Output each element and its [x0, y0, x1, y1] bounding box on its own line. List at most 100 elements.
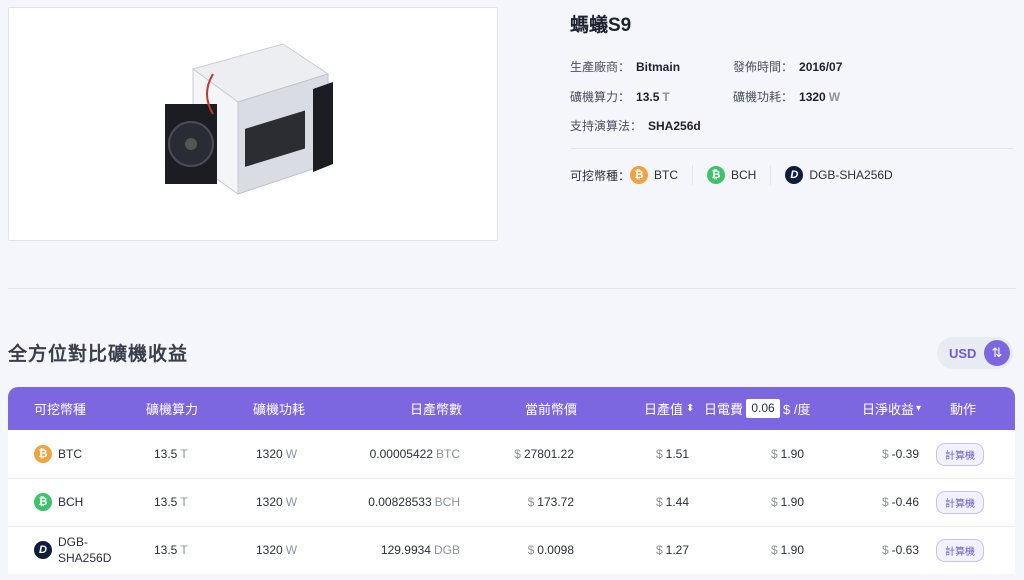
daily-value: 1.27: [665, 543, 689, 557]
spec-unit: T: [662, 90, 670, 104]
digibyte-icon: D: [785, 166, 804, 184]
row-coin: D DGB-SHA256D: [34, 526, 114, 574]
spec-release: 發佈時間： 2016/07: [733, 58, 842, 75]
header-electricity: 日電費 0.06 $ /度: [704, 387, 810, 430]
calculator-button[interactable]: 計算機: [936, 490, 984, 514]
table-row: ₿ BCH 13.5 T 1320 W 0.00828533 BCH $173.72 …: [8, 478, 1015, 527]
electricity-price-input[interactable]: 0.06: [746, 399, 781, 418]
power-unit: W: [285, 543, 298, 557]
spec-manufacturer: 生產廠商： Bitmain: [570, 58, 680, 75]
row-power: 1320 W: [256, 430, 297, 478]
product-title: 螞蟻S9: [570, 15, 632, 36]
net-value: -0.39: [891, 447, 919, 461]
hashrate-value: 13.5: [154, 543, 178, 557]
spec-label: 發佈時間：: [733, 60, 794, 74]
row-daily-net: $ -0.63: [838, 526, 919, 574]
currency-symbol: $: [527, 543, 535, 557]
row-coin: ₿ BTC: [34, 430, 82, 478]
row-daily-coins: 0.00828533 BCH: [338, 478, 460, 526]
header-price: 當前幣價: [525, 402, 578, 417]
daily-coins-unit: BTC: [436, 447, 460, 461]
row-daily-value: $1.44: [608, 478, 689, 526]
mineable-coins: 可挖幣種： ₿ BTC ₿ BCH D DGB-SHA256D: [570, 164, 907, 186]
spec-label: 礦機功耗：: [733, 90, 794, 104]
currency-symbol: $: [881, 447, 889, 461]
electricity-value: 1.90: [780, 543, 804, 557]
header-electricity-unit: $ /度: [783, 402, 811, 417]
currency-symbol: $: [881, 543, 889, 557]
calculator-button[interactable]: 計算機: [936, 442, 984, 466]
row-action: 計算機: [936, 430, 984, 478]
power-unit: W: [285, 447, 298, 461]
power-value: 1320: [256, 543, 283, 557]
currency-toggle[interactable]: USD ⇅: [937, 337, 1013, 369]
coin-tag-btc[interactable]: ₿ BTC: [630, 165, 694, 185]
currency-symbol: $: [514, 447, 521, 461]
currency-symbol: $: [527, 495, 535, 509]
row-power: 1320 W: [256, 478, 297, 526]
coin-name: BCH: [58, 495, 84, 509]
electricity-value: 1.90: [780, 495, 804, 509]
currency-symbol: $: [770, 447, 778, 461]
power-value: 1320: [256, 495, 283, 509]
row-action: 計算機: [936, 526, 984, 574]
hashrate-unit: T: [180, 543, 188, 557]
hashrate-value: 13.5: [154, 495, 178, 509]
coin-tag-bch[interactable]: ₿ BCH: [707, 165, 772, 185]
hashrate-unit: T: [180, 447, 188, 461]
bitcoin-cash-icon: ₿: [34, 493, 52, 511]
table-header: 可挖幣種 礦機算力 礦機功耗 日產幣數 當前幣價 日產值 ⬍ 日電費 0.06 …: [8, 387, 1015, 430]
row-electricity: $1.90: [728, 526, 804, 574]
daily-value: 1.51: [665, 447, 689, 461]
row-price: $0.0098: [478, 526, 574, 574]
currency-symbol: $: [655, 543, 663, 557]
currency-symbol: $: [770, 543, 778, 557]
spec-value: 1320: [799, 90, 826, 104]
coin-name: BCH: [731, 168, 757, 182]
power-unit: W: [285, 495, 298, 509]
coin-name: BTC: [654, 168, 679, 182]
header-daily-net-label: 日淨收益: [862, 402, 915, 417]
row-electricity: $1.90: [728, 430, 804, 478]
row-daily-coins: 0.00005422 BTC: [338, 430, 460, 478]
bitcoin-cash-icon: ₿: [707, 166, 726, 184]
header-daily-net[interactable]: 日淨收益 ▾: [862, 387, 921, 430]
row-daily-coins: 129.9934 DGB: [338, 526, 460, 574]
coin-name: BTC: [58, 447, 82, 461]
row-daily-net: $ -0.46: [838, 478, 919, 526]
header-daily-value[interactable]: 日產值 ⬍: [644, 387, 694, 430]
coin-separator: [692, 165, 694, 185]
row-price: $173.72: [478, 478, 574, 526]
spec-hashrate: 礦機算力： 13.5 T: [570, 88, 670, 105]
price-value: 0.0098: [537, 543, 574, 557]
swap-icon[interactable]: ⇅: [984, 340, 1010, 366]
coins-label: 可挖幣種：: [570, 168, 631, 183]
table-row: ₿ BTC 13.5 T 1320 W 0.00005422 BTC $27801.2…: [8, 430, 1015, 479]
spec-algorithm: 支持演算法： SHA256d: [570, 117, 701, 134]
spec-divider: [570, 148, 1014, 149]
header-electricity-label: 日電費: [704, 402, 744, 417]
product-image: [8, 7, 498, 241]
digibyte-icon: D: [34, 541, 52, 559]
spec-label: 礦機算力：: [570, 90, 631, 104]
table-row: D DGB-SHA256D 13.5 T 1320 W 129.9934 DGB $0…: [8, 526, 1015, 574]
sort-icon[interactable]: ⬍: [686, 403, 694, 414]
antminer-image: [165, 43, 333, 195]
currency-label: USD: [949, 345, 977, 361]
coin-tag-dgb[interactable]: D DGB-SHA256D: [785, 166, 893, 184]
sort-desc-icon[interactable]: ▾: [916, 403, 921, 414]
bitcoin-icon: ₿: [630, 166, 649, 184]
daily-coins-value: 0.00005422: [369, 447, 433, 461]
row-hashrate: 13.5 T: [154, 430, 188, 478]
spec-value: Bitmain: [636, 60, 681, 74]
coin-name: DGB-SHA256D: [58, 535, 112, 565]
price-value: 27801.22: [523, 447, 574, 461]
currency-symbol: $: [881, 495, 889, 509]
row-price: $27801.22: [478, 430, 574, 478]
spec-value: SHA256d: [648, 119, 701, 133]
net-value: -0.46: [891, 495, 919, 509]
daily-coins-value: 129.9934: [380, 543, 431, 557]
coin-name: DGB-SHA256D: [809, 168, 893, 182]
calculator-button[interactable]: 計算機: [936, 538, 984, 562]
coin-separator: [770, 165, 772, 185]
